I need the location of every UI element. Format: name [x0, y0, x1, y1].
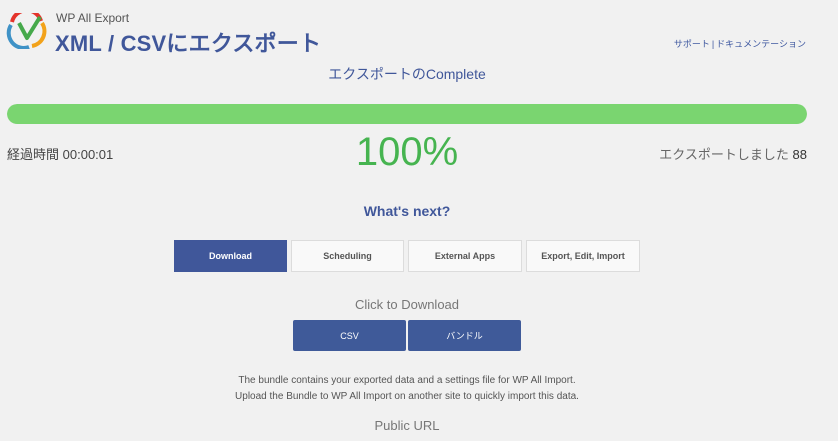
bundle-note-line-2: Upload the Bundle to WP All Import on an…	[235, 391, 579, 402]
bundle-download-button[interactable]: バンドル	[408, 320, 521, 351]
documentation-link[interactable]: ドキュメンテーション	[716, 39, 806, 49]
brand-subtitle: WP All Export	[56, 11, 130, 25]
progress-bar	[7, 104, 807, 124]
progress-bar-fill	[7, 104, 807, 124]
support-link[interactable]: サポート	[674, 39, 710, 49]
tab-external-apps[interactable]: External Apps	[408, 240, 522, 272]
link-separator: |	[711, 39, 715, 49]
public-url-label: Public URL	[374, 418, 440, 433]
bundle-note-line-1: The bundle contains your exported data a…	[238, 375, 576, 386]
exported-count: 88	[792, 147, 807, 162]
wp-all-export-logo-icon	[6, 13, 47, 49]
exported-label: エクスポートしました	[659, 147, 789, 162]
export-status-heading: エクスポートのComplete	[328, 66, 486, 82]
page-title: XML / CSVにエクスポート	[55, 31, 322, 56]
bundle-note: The bundle contains your exported data a…	[0, 373, 814, 405]
exported-records: エクスポートしました 88	[659, 144, 807, 163]
whats-next-heading: What's next?	[363, 203, 451, 219]
tab-download[interactable]: Download	[174, 240, 287, 272]
click-to-download-label: Click to Download	[354, 297, 460, 312]
tab-scheduling[interactable]: Scheduling	[291, 240, 404, 272]
header-links: サポート | ドキュメンテーション	[674, 37, 806, 50]
tab-export-edit-import[interactable]: Export, Edit, Import	[526, 240, 640, 272]
export-complete-page: WP All Export XML / CSVにエクスポート サポート | ドキュメ…	[0, 0, 838, 441]
csv-download-button[interactable]: CSV	[293, 320, 406, 351]
